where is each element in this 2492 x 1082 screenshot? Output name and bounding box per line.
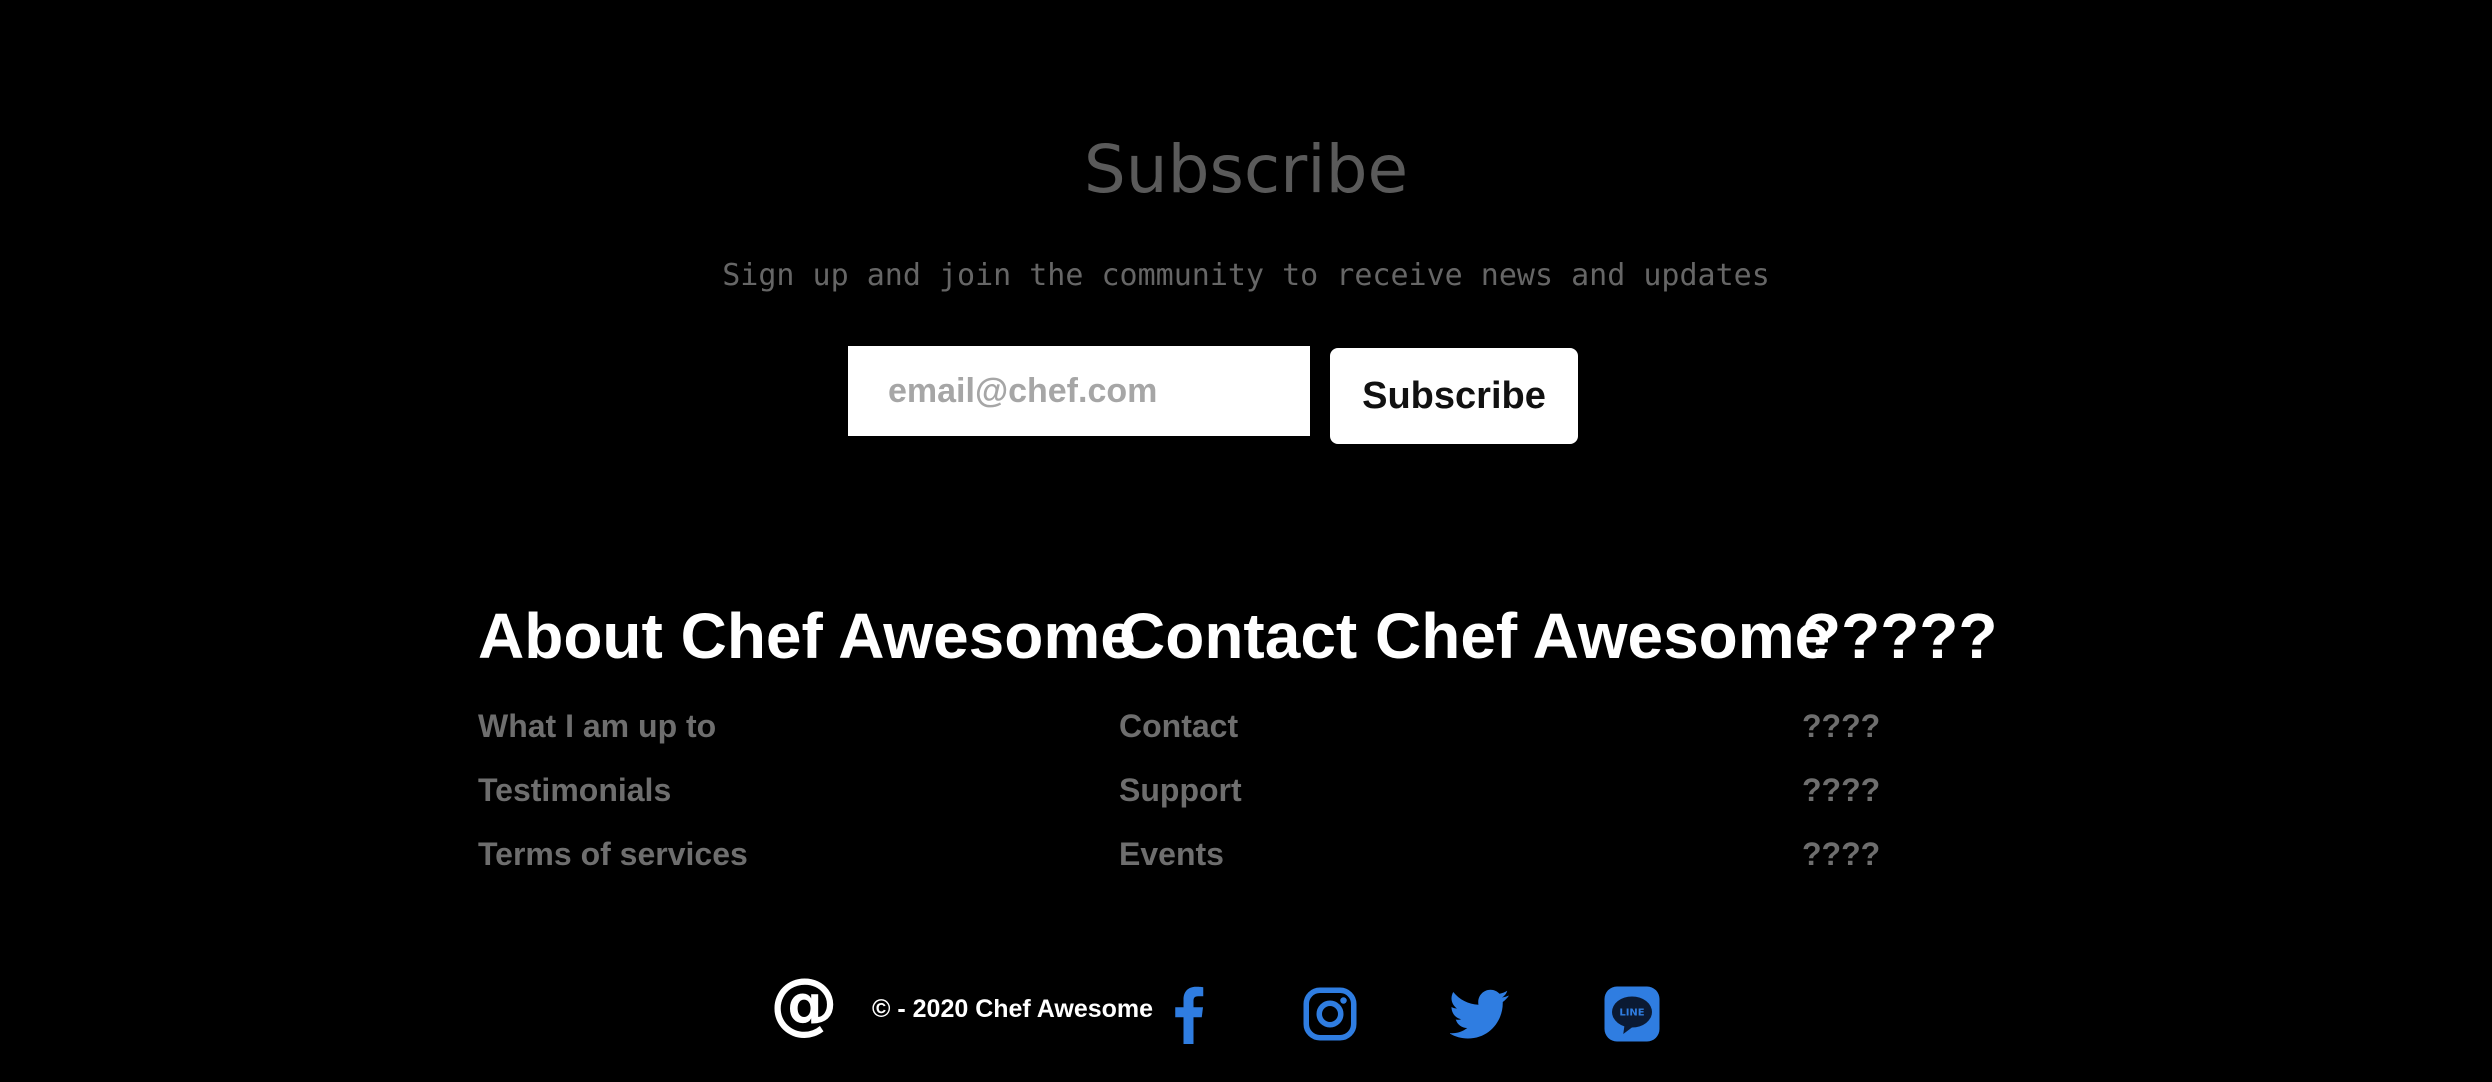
subscribe-button[interactable]: Subscribe xyxy=(1330,348,1578,444)
list-item: ???? xyxy=(1802,770,1880,834)
svg-text:LINE: LINE xyxy=(1619,1008,1644,1019)
list-item: Support xyxy=(1119,770,1242,834)
column-heading: About Chef Awesome xyxy=(478,600,1136,672)
list-item: ???? xyxy=(1802,834,1880,898)
instagram-icon[interactable] xyxy=(1300,984,1360,1044)
footer-link-terms-of-services[interactable]: Terms of services xyxy=(478,836,748,872)
footer-column-misc: ????? ???? ???? ???? xyxy=(1802,596,1998,872)
column-heading: ????? xyxy=(1802,600,1998,672)
footer-link-misc-1[interactable]: ???? xyxy=(1802,708,1880,744)
email-input[interactable] xyxy=(848,346,1310,436)
line-icon[interactable]: LINE xyxy=(1602,984,1662,1044)
twitter-icon[interactable] xyxy=(1450,984,1510,1044)
list-item: ???? xyxy=(1802,706,1880,770)
list-item: Contact xyxy=(1119,706,1242,770)
footer-link-contact[interactable]: Contact xyxy=(1119,708,1238,744)
footer-bottom-bar: @ © - 2020 Chef Awesome LINE xyxy=(0,966,2492,1056)
footer-column-contact: Contact Chef Awesome Contact Support Eve… xyxy=(1119,596,1831,872)
footer-column-about: About Chef Awesome What I am up to Testi… xyxy=(478,596,1136,872)
facebook-icon[interactable] xyxy=(1158,984,1218,1044)
footer-link-testimonials[interactable]: Testimonials xyxy=(478,772,671,808)
footer-link-support[interactable]: Support xyxy=(1119,772,1242,808)
at-sign-icon: @ xyxy=(770,964,838,1043)
list-item: Testimonials xyxy=(478,770,748,834)
link-list: Contact Support Events xyxy=(1119,706,1242,898)
footer-link-what-i-am-up-to[interactable]: What I am up to xyxy=(478,708,716,744)
footer-link-events[interactable]: Events xyxy=(1119,836,1224,872)
link-list: ???? ???? ???? xyxy=(1802,706,1880,898)
footer-link-misc-2[interactable]: ???? xyxy=(1802,772,1880,808)
list-item: Terms of services xyxy=(478,834,748,898)
list-item: What I am up to xyxy=(478,706,748,770)
subscribe-title: Subscribe xyxy=(1083,131,1409,208)
link-list: What I am up to Testimonials Terms of se… xyxy=(478,706,748,898)
footer-link-misc-3[interactable]: ???? xyxy=(1802,836,1880,872)
list-item: Events xyxy=(1119,834,1242,898)
copyright-text: © - 2020 Chef Awesome xyxy=(872,995,1154,1023)
subscribe-description: Sign up and join the community to receiv… xyxy=(722,258,1770,293)
column-heading: Contact Chef Awesome xyxy=(1119,600,1831,672)
